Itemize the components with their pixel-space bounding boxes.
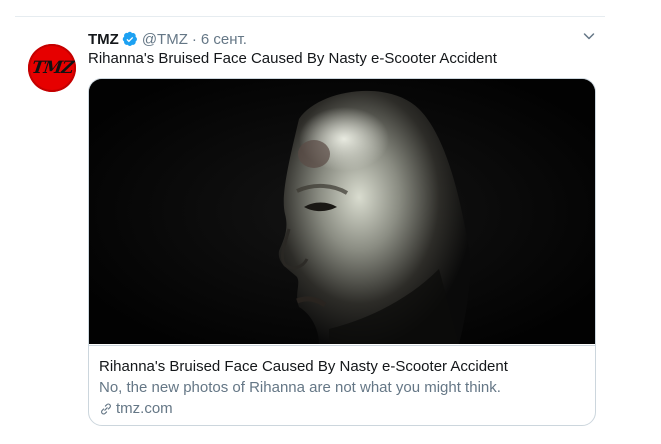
tweet[interactable]: TMZ TMZ @TMZ · 6 сент. Rihanna's Bruised… bbox=[0, 17, 661, 444]
tweet-header: TMZ @TMZ · 6 сент. bbox=[88, 29, 247, 49]
card-image[interactable] bbox=[89, 79, 595, 344]
card-domain: tmz.com bbox=[99, 399, 173, 419]
card-body[interactable]: Rihanna's Bruised Face Caused By Nasty e… bbox=[89, 345, 595, 425]
avatar[interactable]: TMZ bbox=[28, 44, 76, 92]
separator-dot: · bbox=[191, 30, 197, 48]
chevron-down-icon[interactable] bbox=[582, 29, 596, 43]
link-card[interactable]: Rihanna's Bruised Face Caused By Nasty e… bbox=[88, 78, 596, 426]
card-domain-text: tmz.com bbox=[116, 400, 173, 417]
link-icon bbox=[99, 402, 113, 416]
card-description: No, the new photos of Rihanna are not wh… bbox=[99, 379, 501, 396]
author-handle[interactable]: @TMZ bbox=[142, 31, 188, 48]
verified-badge-icon bbox=[122, 31, 138, 47]
avatar-logo: TMZ bbox=[30, 58, 74, 78]
card-title: Rihanna's Bruised Face Caused By Nasty e… bbox=[99, 358, 508, 375]
author-name[interactable]: TMZ bbox=[88, 31, 119, 48]
tweet-timestamp[interactable]: 6 сент. bbox=[201, 31, 247, 48]
tweet-text: Rihanna's Bruised Face Caused By Nasty e… bbox=[88, 50, 497, 67]
